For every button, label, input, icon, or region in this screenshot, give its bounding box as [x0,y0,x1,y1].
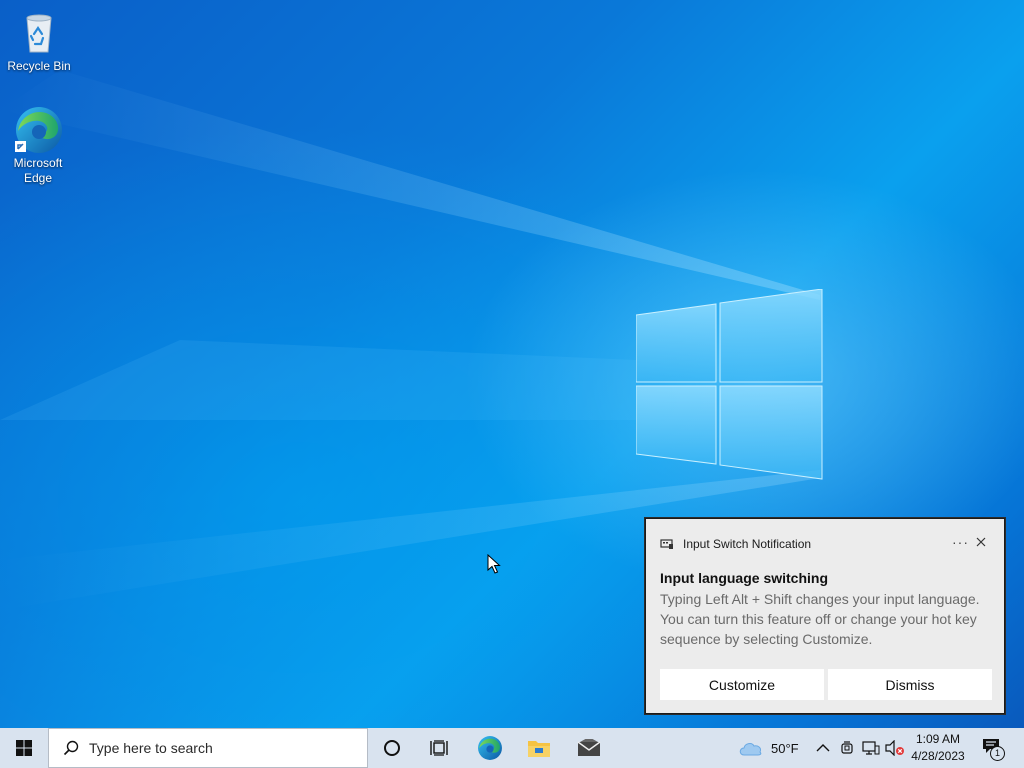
edge-icon [478,736,502,760]
recycle-bin-icon [15,8,63,56]
search-input[interactable] [89,740,339,756]
toast-body-text: Typing Left Alt + Shift changes your inp… [660,591,980,647]
cortana-icon [384,740,400,756]
task-view-button[interactable] [416,728,464,768]
mouse-cursor-icon [487,554,501,574]
taskbar-search-box[interactable] [48,728,368,768]
taskbar-clock[interactable]: 1:09 AM 4/28/2023 [906,731,970,765]
notification-count-badge: 1 [990,746,1005,761]
cortana-button[interactable] [368,728,416,768]
desktop-icon-label: Recycle Bin [7,59,71,73]
toast-title: Input language switching [660,570,828,586]
start-button[interactable] [0,728,48,768]
taskbar: 50°F 1:09 AM 4/28/2023 1 [0,728,1024,768]
file-explorer-icon [528,741,550,757]
close-icon[interactable] [974,535,988,549]
file-explorer-button[interactable] [515,728,563,768]
mail-icon [577,739,601,756]
clock-date: 4/28/2023 [911,749,965,763]
speaker-muted-icon[interactable] [885,740,905,756]
toast-header: Input Switch Notification [660,537,811,551]
meet-now-icon[interactable] [839,740,855,756]
chevron-up-icon[interactable] [816,743,830,753]
windows-start-icon [16,740,32,756]
customize-button[interactable]: Customize [660,669,824,700]
search-icon [63,740,79,756]
mail-button[interactable] [565,728,613,768]
dismiss-button[interactable]: Dismiss [828,669,992,700]
weather-cloud-icon[interactable] [738,740,764,756]
toast-more-options-button[interactable]: ··· [952,534,969,550]
keyboard-switch-icon [660,539,673,549]
desktop-icon-microsoft-edge[interactable]: Microsoft Edge [0,105,76,186]
desktop-icon-recycle-bin[interactable]: Recycle Bin [1,8,77,74]
task-view-icon [430,740,448,756]
windows-logo-wallpaper [636,289,823,480]
desktop-icon-label: Microsoft Edge [13,156,63,185]
toast-app-name: Input Switch Notification [683,537,812,551]
input-switch-notification-toast[interactable]: Input Switch Notification ··· Input lang… [645,518,1005,714]
weather-temperature[interactable]: 50°F [771,741,799,756]
network-icon[interactable] [862,740,880,756]
shortcut-arrow-icon [15,141,26,152]
taskbar-edge-button[interactable] [466,728,514,768]
action-center-button[interactable]: 1 [978,736,1005,761]
clock-time: 1:09 AM [915,732,961,746]
